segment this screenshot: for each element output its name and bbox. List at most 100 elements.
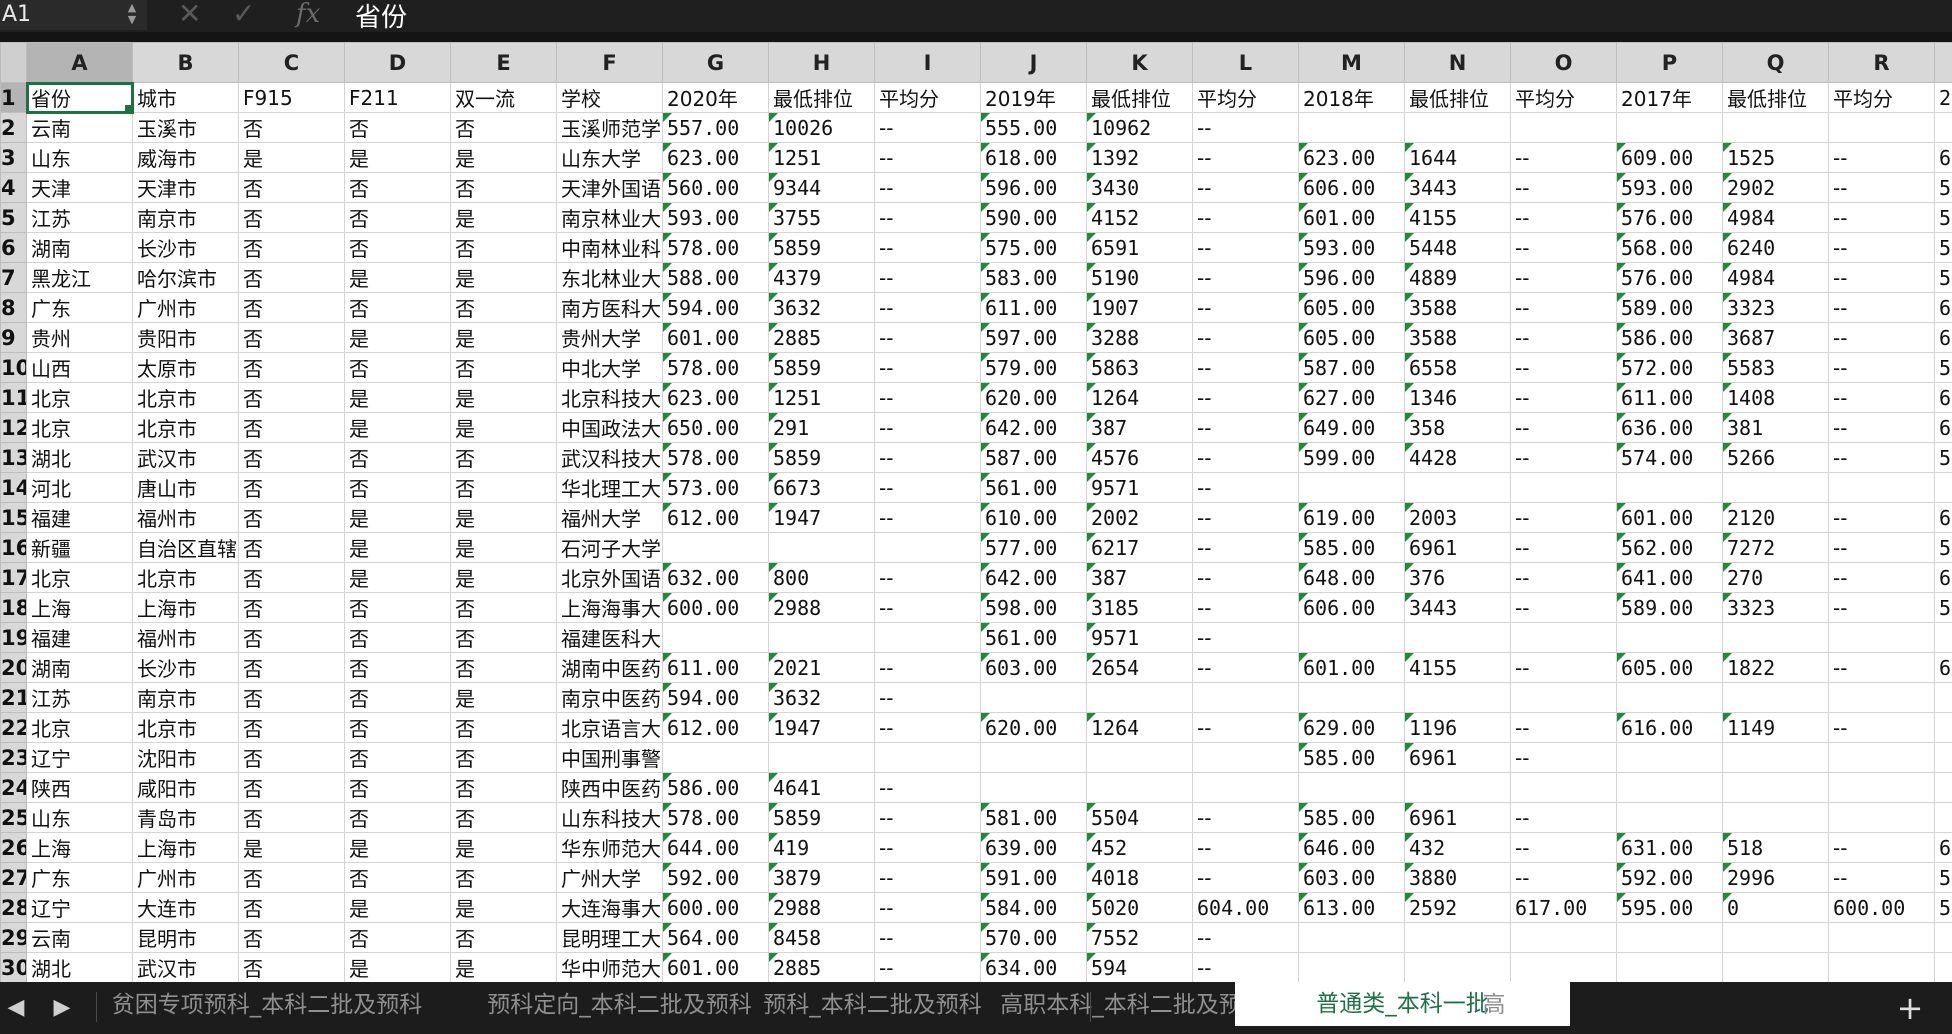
cell[interactable] xyxy=(1722,772,1829,803)
cell[interactable]: 605.00 xyxy=(1616,652,1723,683)
cell[interactable]: 2996 xyxy=(1722,862,1829,893)
cell[interactable]: 613.00 xyxy=(1298,892,1405,923)
cell[interactable]: 否 xyxy=(450,652,557,683)
cell[interactable]: -- xyxy=(874,772,981,803)
cell[interactable]: 594.00 xyxy=(662,682,769,713)
cell[interactable]: 北京 xyxy=(26,712,133,743)
cell[interactable]: 623.00 xyxy=(662,142,769,173)
cell[interactable] xyxy=(1934,112,1952,143)
cell[interactable]: 否 xyxy=(238,532,345,563)
cell[interactable]: 572.00 xyxy=(1616,352,1723,383)
cell[interactable]: 4576 xyxy=(1086,442,1193,473)
cell[interactable]: 642.00 xyxy=(980,412,1087,443)
cell[interactable]: 中北大学 xyxy=(556,352,663,383)
cell[interactable]: -- xyxy=(874,562,981,593)
row-header[interactable]: 12 xyxy=(0,412,27,443)
column-header[interactable]: N xyxy=(1404,42,1511,83)
cell[interactable] xyxy=(768,742,875,773)
cell[interactable]: 2002 xyxy=(1086,502,1193,533)
cell[interactable]: 是 xyxy=(344,262,451,293)
cell[interactable]: 585.00 xyxy=(1298,742,1405,773)
cell[interactable] xyxy=(1298,922,1405,953)
cell[interactable]: 381 xyxy=(1722,412,1829,443)
cell[interactable]: 是 xyxy=(344,502,451,533)
cell[interactable]: -- xyxy=(1192,832,1299,863)
cell[interactable]: 贵州大学 xyxy=(556,322,663,353)
cell[interactable]: 562.00 xyxy=(1616,532,1723,563)
cell[interactable]: -- xyxy=(1828,292,1935,323)
cell[interactable]: 3443 xyxy=(1404,172,1511,203)
column-header[interactable]: F xyxy=(556,42,663,83)
cell[interactable]: -- xyxy=(874,412,981,443)
cell[interactable]: 广州市 xyxy=(132,862,239,893)
cell[interactable]: 6 xyxy=(1934,412,1952,443)
cell[interactable]: 华东师范大 xyxy=(556,832,663,863)
cell[interactable]: 585.00 xyxy=(1298,532,1405,563)
cell[interactable]: 福州市 xyxy=(132,502,239,533)
cell[interactable]: 否 xyxy=(344,352,451,383)
cell[interactable]: 7552 xyxy=(1086,922,1193,953)
cell[interactable]: 5859 xyxy=(768,442,875,473)
cell[interactable]: 广东 xyxy=(26,292,133,323)
cell[interactable]: 623.00 xyxy=(1298,142,1405,173)
cell[interactable]: 贵州 xyxy=(26,322,133,353)
cell[interactable]: 619.00 xyxy=(1298,502,1405,533)
cell[interactable]: 560.00 xyxy=(662,172,769,203)
cell[interactable] xyxy=(874,532,981,563)
cell[interactable] xyxy=(1934,952,1952,982)
cell[interactable]: 大连市 xyxy=(132,892,239,923)
cell[interactable]: 609.00 xyxy=(1616,142,1723,173)
cell[interactable]: 广州市 xyxy=(132,292,239,323)
row-header[interactable]: 5 xyxy=(0,202,27,233)
cell[interactable]: 是 xyxy=(344,532,451,563)
formula-input[interactable] xyxy=(355,0,1935,30)
cell[interactable]: 是 xyxy=(450,412,557,443)
cell[interactable]: -- xyxy=(1510,562,1617,593)
cell[interactable]: 河北 xyxy=(26,472,133,503)
cell[interactable]: 4889 xyxy=(1404,262,1511,293)
cell[interactable]: 辽宁 xyxy=(26,892,133,923)
cell[interactable] xyxy=(1510,682,1617,713)
cell[interactable] xyxy=(874,742,981,773)
cell[interactable]: 湖南 xyxy=(26,232,133,263)
cell[interactable]: 589.00 xyxy=(1616,592,1723,623)
cell[interactable]: 639.00 xyxy=(980,832,1087,863)
cell[interactable]: -- xyxy=(1828,652,1935,683)
cell[interactable]: F211 xyxy=(344,82,451,113)
cell[interactable]: 601.00 xyxy=(1298,202,1405,233)
cell[interactable]: -- xyxy=(1828,592,1935,623)
cell[interactable] xyxy=(1086,682,1193,713)
cell[interactable]: 上海海事大 xyxy=(556,592,663,623)
cell[interactable] xyxy=(662,532,769,563)
cell[interactable]: 平均分 xyxy=(1510,82,1617,113)
cell[interactable]: 9344 xyxy=(768,172,875,203)
cell[interactable]: 6961 xyxy=(1404,802,1511,833)
cell[interactable]: 否 xyxy=(450,712,557,743)
cell[interactable]: 否 xyxy=(450,772,557,803)
cell[interactable]: 644.00 xyxy=(662,832,769,863)
cell[interactable]: 否 xyxy=(344,292,451,323)
row-header[interactable]: 28 xyxy=(0,892,27,923)
cell[interactable]: 陕西中医药 xyxy=(556,772,663,803)
cell[interactable]: 否 xyxy=(238,712,345,743)
cell[interactable]: 10962 xyxy=(1086,112,1193,143)
cell[interactable]: 641.00 xyxy=(1616,562,1723,593)
cell[interactable]: 否 xyxy=(238,472,345,503)
cell[interactable] xyxy=(1510,112,1617,143)
cell[interactable]: -- xyxy=(1828,562,1935,593)
cell[interactable]: 否 xyxy=(344,712,451,743)
cell[interactable]: 江苏 xyxy=(26,202,133,233)
cell[interactable]: 800 xyxy=(768,562,875,593)
cell[interactable] xyxy=(1828,952,1935,982)
cell[interactable]: 6240 xyxy=(1722,232,1829,263)
cell[interactable]: 5863 xyxy=(1086,352,1193,383)
cell[interactable] xyxy=(980,682,1087,713)
spreadsheet-grid[interactable]: ABCDEFGHIJKLMNOPQRS 1省份城市F915F211双一流学校20… xyxy=(0,42,1952,982)
cell[interactable]: 3185 xyxy=(1086,592,1193,623)
cell[interactable] xyxy=(1616,952,1723,982)
cell[interactable]: 否 xyxy=(450,742,557,773)
cell[interactable]: -- xyxy=(874,802,981,833)
cell[interactable]: -- xyxy=(1192,472,1299,503)
column-header[interactable]: L xyxy=(1192,42,1299,83)
cell[interactable]: 北京外国语 xyxy=(556,562,663,593)
